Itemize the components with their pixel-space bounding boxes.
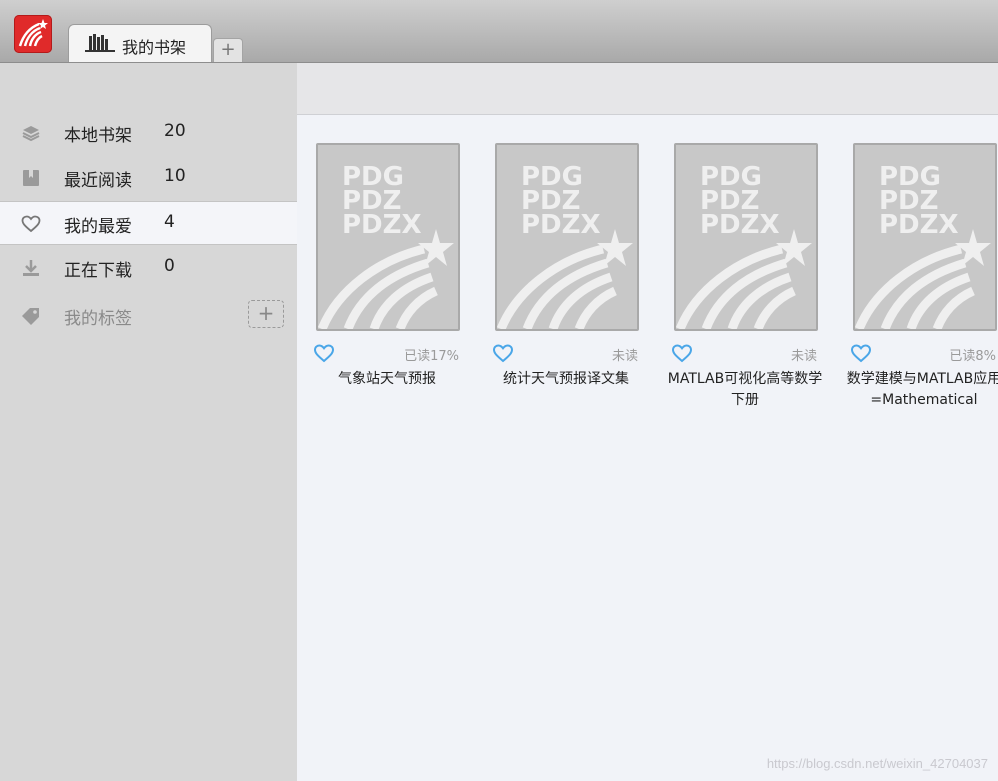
tab-label: 我的书架: [122, 38, 187, 57]
sidebar-item-favorites[interactable]: 我的最爱 4: [0, 201, 297, 245]
sidebar-item-count: 4: [164, 212, 175, 232]
bookmark-book-icon: [23, 170, 39, 186]
reading-progress: 已读17%: [404, 349, 459, 364]
download-icon: [23, 260, 39, 276]
heart-icon[interactable]: [671, 343, 693, 363]
book-title: MATLAB可视化高等数学 下册: [667, 371, 823, 408]
cover-text-line: PDZX: [342, 210, 422, 240]
sidebar-item-label: 正在下载: [64, 261, 132, 281]
app-logo[interactable]: [14, 15, 52, 53]
pdg-cover-art-icon: PDG PDZ PDZX: [497, 162, 633, 329]
book-title: 气象站天气预报: [338, 371, 436, 387]
sidebar-item-label: 我的标签: [64, 309, 132, 329]
layers-icon: [22, 126, 40, 142]
heart-icon[interactable]: [492, 343, 514, 363]
sidebar-item-label: 本地书架: [64, 126, 132, 146]
reading-progress: 未读: [611, 349, 638, 364]
cover-text-line: PDZX: [521, 210, 601, 240]
sidebar-item-local-shelf[interactable]: 本地书架 20: [0, 110, 297, 154]
pdg-cover-art-icon: PDG PDZ PDZX: [855, 162, 991, 329]
sidebar-item-count: 10: [164, 166, 186, 186]
add-tag-button[interactable]: +: [248, 300, 284, 328]
title-bar: 我的书架 +: [0, 0, 998, 63]
book-cover[interactable]: PDG PDZ PDZX: [495, 143, 639, 331]
tab-my-bookshelf[interactable]: 我的书架: [68, 24, 212, 62]
sidebar-item-label: 最近阅读: [64, 171, 132, 191]
pdg-cover-art-icon: PDG PDZ PDZX: [318, 162, 454, 329]
sidebar-item-recent[interactable]: 最近阅读 10: [0, 155, 297, 199]
cover-text-line: PDZX: [879, 210, 959, 240]
sidebar-item-count: 0: [164, 256, 175, 276]
cover-text-line: PDZX: [700, 210, 780, 240]
tag-icon: [22, 308, 39, 325]
watermark: https://blog.csdn.net/weixin_42704037: [766, 756, 988, 771]
sidebar: 本地书架 20 最近阅读 10 我的最爱 4 正在下载 0 我的标签 +: [0, 63, 297, 781]
sidebar-item-count: 20: [164, 121, 186, 141]
heart-icon[interactable]: [313, 343, 335, 363]
heart-icon[interactable]: [850, 343, 872, 363]
pdg-cover-art-icon: PDG PDZ PDZX: [676, 162, 812, 329]
book-grid: PDG PDZ PDZX 已读17% 气象站天气预报 PDG PDZ PDZX: [297, 115, 998, 781]
book-cover[interactable]: PDG PDZ PDZX: [853, 143, 997, 331]
heart-icon: [21, 215, 41, 233]
add-tab-button[interactable]: +: [213, 38, 243, 62]
reading-progress: 未读: [790, 349, 817, 364]
book-title: 统计天气预报译文集: [503, 371, 629, 387]
book-title: 数学建模与MATLAB应用=Mathematical: [846, 371, 998, 408]
bookshelf-icon: [85, 34, 115, 52]
sidebar-item-label: 我的最爱: [64, 217, 132, 237]
chaoxing-logo-icon: [18, 19, 48, 47]
book-cover[interactable]: PDG PDZ PDZX: [674, 143, 818, 331]
reading-progress: 已读8%: [949, 349, 996, 364]
sidebar-item-downloading[interactable]: 正在下载 0: [0, 245, 297, 289]
sidebar-item-tags[interactable]: 我的标签 +: [0, 293, 297, 337]
toolbar: [297, 63, 998, 115]
book-cover[interactable]: PDG PDZ PDZX: [316, 143, 460, 331]
